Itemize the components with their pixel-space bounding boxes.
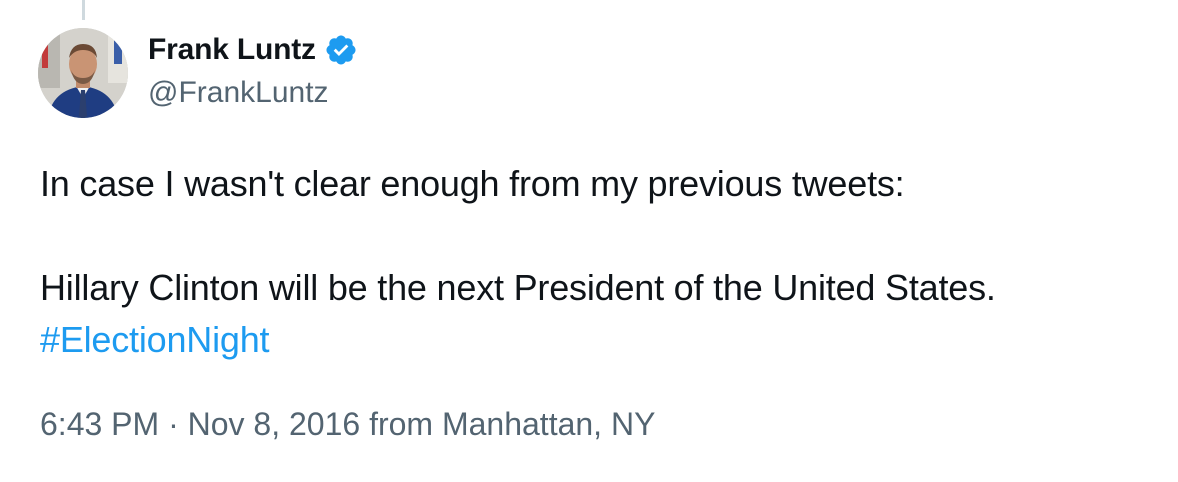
avatar-photo-icon	[38, 28, 128, 118]
tweet-card: Frank Luntz @FrankLuntz In case I wasn't…	[0, 0, 1178, 482]
tweet-text-line-2: Hillary Clinton will be the next Preside…	[40, 267, 996, 308]
thread-connector-line	[82, 0, 85, 20]
tweet-metadata: 6:43 PM · Nov 8, 2016 from Manhattan, NY	[40, 406, 655, 443]
author-name-row[interactable]: Frank Luntz	[148, 28, 358, 72]
display-name[interactable]: Frank Luntz	[148, 33, 316, 67]
user-handle[interactable]: @FrankLuntz	[148, 76, 329, 110]
tweet-location: from Manhattan, NY	[369, 406, 656, 442]
meta-separator: ·	[168, 406, 179, 442]
tweet-text: In case I wasn't clear enough from my pr…	[40, 158, 996, 366]
tweet-text-line-1: In case I wasn't clear enough from my pr…	[40, 163, 905, 204]
avatar[interactable]	[38, 28, 128, 118]
verified-badge-icon	[324, 33, 358, 67]
tweet-time[interactable]: 6:43 PM	[40, 406, 159, 442]
tweet-date[interactable]: Nov 8, 2016	[188, 406, 361, 442]
hashtag-link[interactable]: #ElectionNight	[40, 314, 996, 366]
tweet-text-spacer	[40, 210, 996, 262]
